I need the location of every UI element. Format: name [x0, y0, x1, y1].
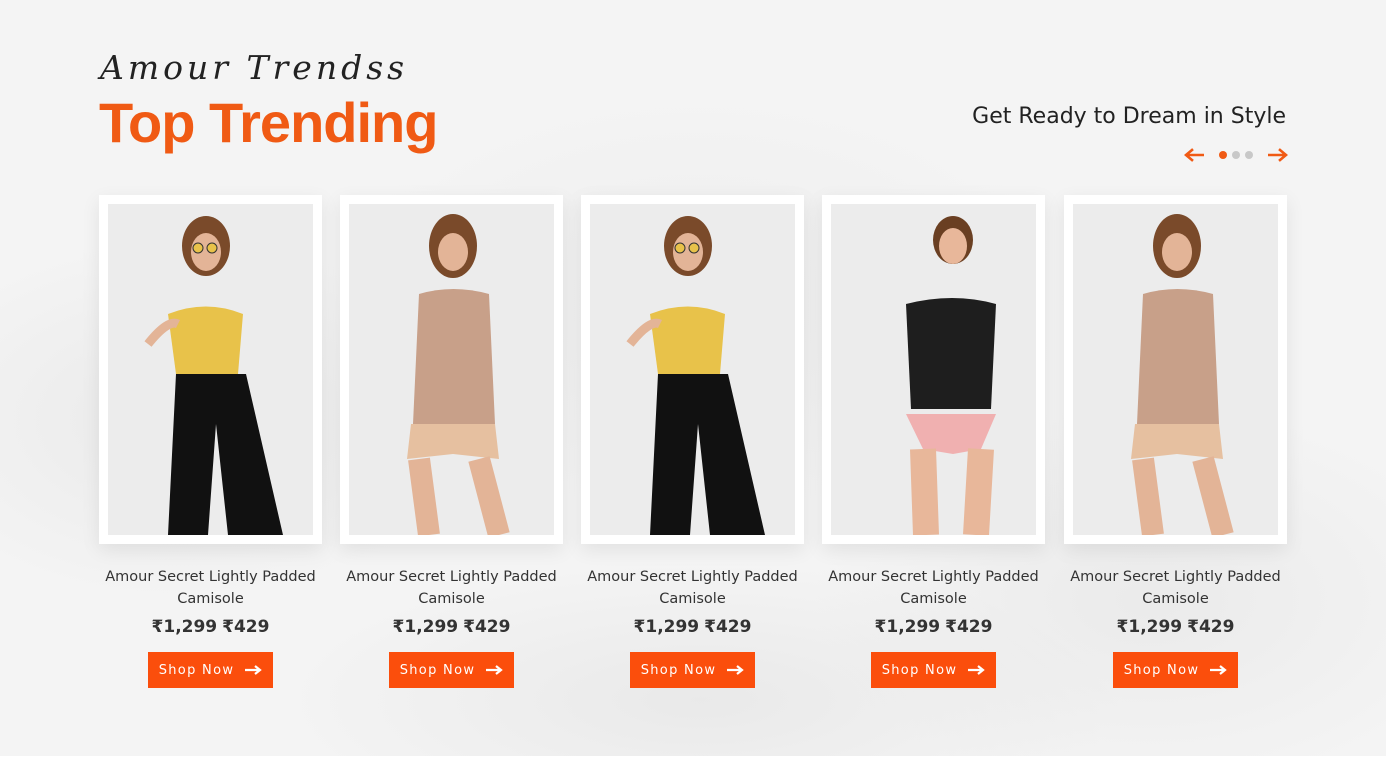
trending-section: Amour Trendss Top Trending Get Ready to …	[0, 0, 1386, 756]
shop-now-button[interactable]: Shop Now	[1113, 652, 1238, 688]
sale-price: ₹429	[945, 617, 993, 637]
product-image-frame[interactable]	[340, 195, 563, 544]
original-price: ₹1,299	[392, 617, 459, 637]
arrow-right-icon[interactable]	[1268, 148, 1288, 162]
slider-dot-1[interactable]	[1219, 151, 1227, 159]
shop-now-button[interactable]: Shop Now	[871, 652, 996, 688]
product-photo	[349, 204, 554, 535]
page-bottom-strip	[0, 756, 1386, 762]
page-title: Top Trending	[99, 91, 438, 154]
product-card: Amour Secret Lightly Padded Camisole ₹1,…	[340, 195, 563, 688]
product-card: Amour Secret Lightly Padded Camisole ₹1,…	[822, 195, 1045, 688]
slider-dots	[1219, 151, 1253, 159]
shop-now-button[interactable]: Shop Now	[630, 652, 755, 688]
arrow-right-icon	[968, 665, 986, 675]
sale-price: ₹429	[463, 617, 511, 637]
tagline: Get Ready to Dream in Style	[972, 104, 1286, 129]
product-name[interactable]: Amour Secret Lightly Padded Camisole	[340, 566, 563, 610]
product-card: Amour Secret Lightly Padded Camisole ₹1,…	[99, 195, 322, 688]
original-price: ₹1,299	[1116, 617, 1183, 637]
arrow-right-icon	[486, 665, 504, 675]
shop-now-label: Shop Now	[881, 662, 958, 678]
product-name[interactable]: Amour Secret Lightly Padded Camisole	[581, 566, 804, 610]
sale-price: ₹429	[704, 617, 752, 637]
price-row: ₹1,299 ₹429	[581, 617, 804, 637]
arrow-right-icon	[1210, 665, 1228, 675]
product-photo	[1073, 204, 1278, 535]
arrow-right-icon	[245, 665, 263, 675]
slider-navigation	[1184, 146, 1288, 164]
sale-price: ₹429	[1187, 617, 1235, 637]
product-carousel: Amour Secret Lightly Padded Camisole ₹1,…	[99, 195, 1287, 695]
original-price: ₹1,299	[151, 617, 218, 637]
shop-now-button[interactable]: Shop Now	[148, 652, 273, 688]
price-row: ₹1,299 ₹429	[1064, 617, 1287, 637]
product-card: Amour Secret Lightly Padded Camisole ₹1,…	[581, 195, 804, 688]
price-row: ₹1,299 ₹429	[340, 617, 563, 637]
product-name[interactable]: Amour Secret Lightly Padded Camisole	[822, 566, 1045, 610]
shop-now-label: Shop Now	[1123, 662, 1200, 678]
shop-now-label: Shop Now	[399, 662, 476, 678]
product-photo	[108, 204, 313, 535]
product-image-frame[interactable]	[581, 195, 804, 544]
slider-dot-3[interactable]	[1245, 151, 1253, 159]
product-image-frame[interactable]	[99, 195, 322, 544]
sale-price: ₹429	[222, 617, 270, 637]
brand-script-title: Amour Trendss	[100, 48, 409, 87]
original-price: ₹1,299	[874, 617, 941, 637]
shop-now-label: Shop Now	[640, 662, 717, 678]
product-photo	[590, 204, 795, 535]
price-row: ₹1,299 ₹429	[822, 617, 1045, 637]
product-photo	[831, 204, 1036, 535]
shop-now-button[interactable]: Shop Now	[389, 652, 514, 688]
product-name[interactable]: Amour Secret Lightly Padded Camisole	[1064, 566, 1287, 610]
product-name[interactable]: Amour Secret Lightly Padded Camisole	[99, 566, 322, 610]
product-card: Amour Secret Lightly Padded Camisole ₹1,…	[1064, 195, 1287, 688]
shop-now-label: Shop Now	[158, 662, 235, 678]
arrow-left-icon[interactable]	[1184, 148, 1204, 162]
price-row: ₹1,299 ₹429	[99, 617, 322, 637]
arrow-right-icon	[727, 665, 745, 675]
original-price: ₹1,299	[633, 617, 700, 637]
slider-dot-2[interactable]	[1232, 151, 1240, 159]
product-image-frame[interactable]	[822, 195, 1045, 544]
product-image-frame[interactable]	[1064, 195, 1287, 544]
